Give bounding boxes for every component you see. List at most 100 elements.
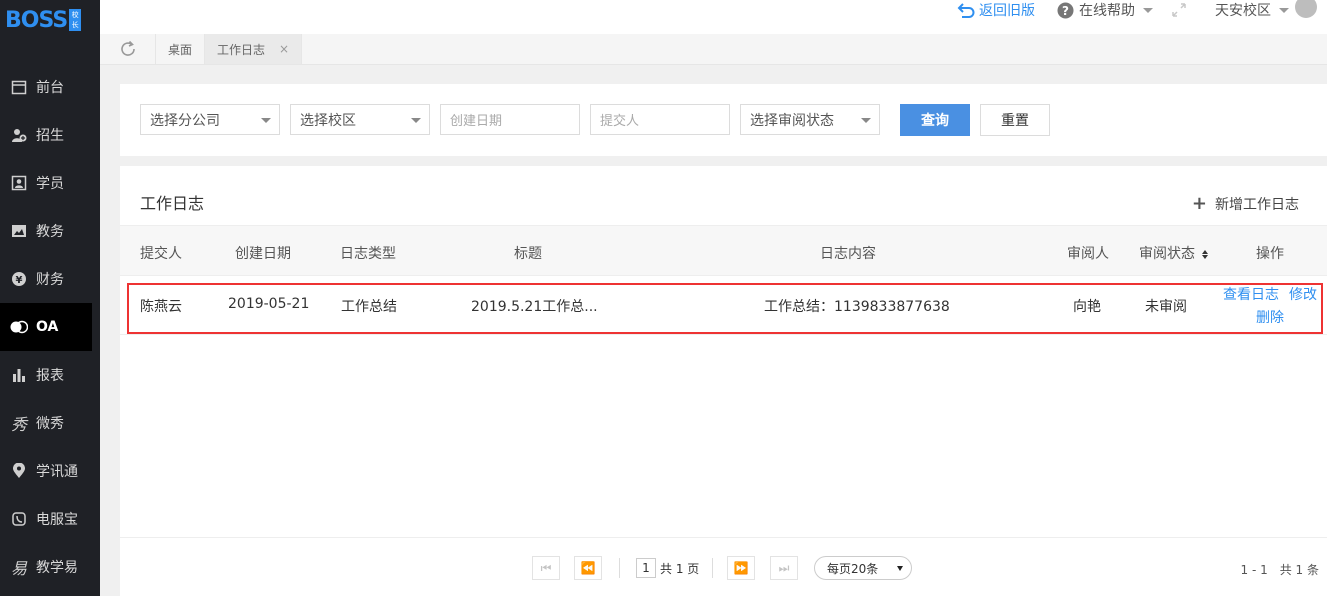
refresh-button[interactable] xyxy=(100,34,156,64)
sidebar-item-jiaoxueyi[interactable]: 易 教学易 xyxy=(0,543,100,591)
logo-badge-bottom: 长 xyxy=(71,21,79,29)
calendar-icon xyxy=(10,78,28,96)
next-page-button[interactable]: ⏩ xyxy=(727,556,755,580)
header-log-content: 日志内容 xyxy=(820,246,876,262)
pagination-divider xyxy=(619,558,620,578)
pagination: ⏮ ⏪ 1 共 1 页 ⏩ ⏭ 每页20条 1 - 1 共 1 条 xyxy=(120,537,1327,596)
undo-icon xyxy=(957,2,975,18)
submitter-placeholder: 提交人 xyxy=(600,114,640,129)
sidebar-item-label: 电服宝 xyxy=(36,512,78,528)
record-range: 1 - 1 共 1 条 xyxy=(1240,563,1320,577)
company-select[interactable]: 选择分公司 xyxy=(140,104,280,135)
pagination-divider xyxy=(712,558,713,578)
svg-text:¥: ¥ xyxy=(16,275,23,286)
plus-icon: + xyxy=(1191,193,1207,214)
per-page-select[interactable]: 每页20条 xyxy=(814,556,912,580)
page-number-input[interactable]: 1 xyxy=(636,558,656,578)
sidebar-item-xuexuntong[interactable]: 学讯通 xyxy=(0,447,100,495)
sidebar-item-label: 微秀 xyxy=(36,416,64,432)
sidebar-item-reports[interactable]: 报表 xyxy=(0,351,100,399)
header-reviewer: 审阅人 xyxy=(1067,246,1109,262)
create-date-placeholder: 创建日期 xyxy=(450,114,503,129)
user-add-icon xyxy=(10,126,28,144)
filter-panel: 选择分公司 选择校区 创建日期 提交人 选择审阅状态 查询 重置 xyxy=(120,84,1327,156)
sidebar-item-enroll[interactable]: 招生 xyxy=(0,111,100,159)
toggle-icon xyxy=(10,318,28,336)
query-button[interactable]: 查询 xyxy=(900,104,970,136)
sidebar-item-dianfubao[interactable]: 电服宝 xyxy=(0,495,100,543)
phone-icon xyxy=(10,510,28,528)
add-work-log-label: 新增工作日志 xyxy=(1215,197,1299,213)
sidebar-item-label: OA xyxy=(36,319,59,335)
header-submitter: 提交人 xyxy=(140,246,182,262)
submitter-input[interactable]: 提交人 xyxy=(590,104,730,135)
bar-chart-icon xyxy=(10,366,28,384)
yen-icon: ¥ xyxy=(10,270,28,288)
first-page-button[interactable]: ⏮ xyxy=(532,556,560,580)
first-page-icon: ⏮ xyxy=(540,560,552,575)
sidebar-item-weixiu[interactable]: 秀 微秀 xyxy=(0,399,100,447)
tab-label: 桌面 xyxy=(168,42,193,57)
sidebar-item-oa[interactable]: OA xyxy=(0,303,92,351)
add-work-log-button[interactable]: + 新增工作日志 xyxy=(1192,194,1299,214)
location-pin-icon xyxy=(10,462,28,480)
logo-text: BOSS xyxy=(5,7,68,33)
sidebar-nav: 前台 招生 学员 教务 ¥ 财务 OA 报表 秀 微秀 学讯通 电服宝 易 教学… xyxy=(0,63,100,591)
refresh-icon xyxy=(119,40,137,58)
reset-button[interactable]: 重置 xyxy=(980,104,1050,136)
create-date-input[interactable]: 创建日期 xyxy=(440,104,580,135)
chevron-down-icon xyxy=(1279,7,1289,13)
id-card-icon xyxy=(10,174,28,192)
sidebar-item-label: 学员 xyxy=(36,176,64,192)
close-icon[interactable]: × xyxy=(279,42,289,56)
highlight-box xyxy=(127,283,1323,334)
review-status-value: 选择审阅状态 xyxy=(750,112,834,129)
chevron-down-icon xyxy=(411,118,421,123)
sidebar-item-students[interactable]: 学员 xyxy=(0,159,100,207)
fullscreen-icon[interactable] xyxy=(1171,2,1187,18)
header-title: 标题 xyxy=(514,246,542,262)
campus-select-value: 选择校区 xyxy=(300,112,356,129)
header-log-type: 日志类型 xyxy=(340,246,396,262)
last-page-button[interactable]: ⏭ xyxy=(770,556,798,580)
sidebar-item-frontdesk[interactable]: 前台 xyxy=(0,63,100,111)
topbar-right: 返回旧版 ? 在线帮助 天安校区 xyxy=(957,0,1327,20)
back-old-label: 返回旧版 xyxy=(979,3,1035,19)
chevron-down-icon xyxy=(261,118,271,123)
sidebar-item-label: 前台 xyxy=(36,80,64,96)
table-header: 提交人 创建日期 日志类型 标题 日志内容 审阅人 审阅状态 操作 xyxy=(120,225,1327,276)
sidebar-item-label: 报表 xyxy=(36,368,64,384)
campus-dropdown[interactable]: 天安校区 xyxy=(1215,0,1317,20)
prev-page-icon: ⏪ xyxy=(580,561,596,575)
chevron-down-icon xyxy=(897,566,903,571)
panel-title: 工作日志 xyxy=(140,194,205,213)
chevron-down-icon xyxy=(1143,7,1153,13)
header-actions: 操作 xyxy=(1256,246,1284,262)
online-help-dropdown[interactable]: ? 在线帮助 xyxy=(1057,0,1153,20)
xiu-icon: 秀 xyxy=(10,415,27,434)
logo-badge: 校 长 xyxy=(69,9,82,31)
last-page-icon: ⏭ xyxy=(778,560,790,575)
header-review-status[interactable]: 审阅状态 xyxy=(1139,243,1209,263)
tab-label: 工作日志 xyxy=(217,42,266,57)
prev-page-button[interactable]: ⏪ xyxy=(574,556,602,580)
sidebar: BOSS 校 长 前台 招生 学员 教务 ¥ 财务 OA 报表 秀 微秀 学讯通… xyxy=(0,0,100,596)
total-pages: 共 1 页 xyxy=(660,562,700,576)
sort-icon[interactable] xyxy=(1202,249,1209,259)
review-status-select[interactable]: 选择审阅状态 xyxy=(740,104,880,135)
campus-label: 天安校区 xyxy=(1215,3,1271,19)
sidebar-item-label: 教务 xyxy=(36,224,64,240)
avatar[interactable] xyxy=(1295,0,1317,18)
chevron-down-icon xyxy=(861,118,871,123)
per-page-value: 每页20条 xyxy=(827,561,879,576)
tab-work-log[interactable]: 工作日志 × xyxy=(205,34,303,64)
sidebar-item-label: 学讯通 xyxy=(36,464,78,480)
sidebar-item-academic[interactable]: 教务 xyxy=(0,207,100,255)
work-log-panel: 工作日志 + 新增工作日志 提交人 创建日期 日志类型 标题 日志内容 审阅人 … xyxy=(120,166,1327,596)
yi-icon: 易 xyxy=(10,559,27,578)
tab-desktop[interactable]: 桌面 xyxy=(156,34,206,64)
campus-select[interactable]: 选择校区 xyxy=(290,104,430,135)
sidebar-item-finance[interactable]: ¥ 财务 xyxy=(0,255,100,303)
next-page-icon: ⏩ xyxy=(733,561,749,575)
back-old-version-link[interactable]: 返回旧版 xyxy=(957,0,1035,20)
